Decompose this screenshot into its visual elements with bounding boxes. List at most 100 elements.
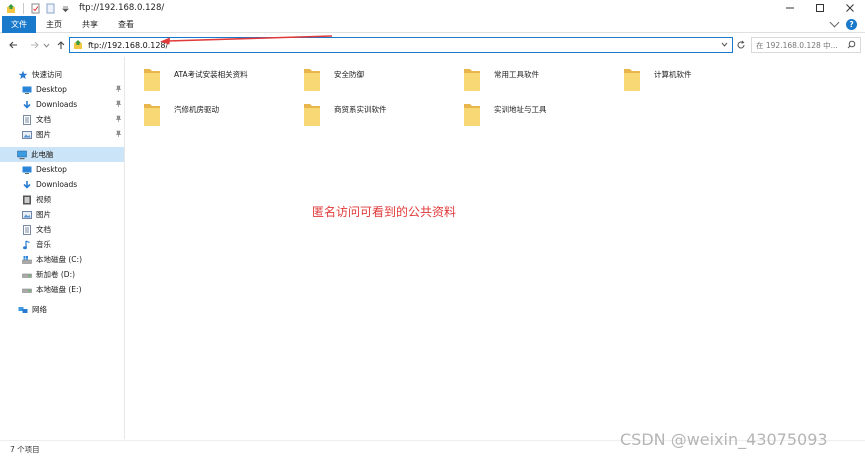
folder-icon (304, 104, 320, 126)
sidebar-item-label: 图片 (36, 130, 51, 139)
folder-item[interactable]: 实训地址与工具 (463, 97, 547, 133)
sidebar-item-pictures[interactable]: 图片 (0, 127, 124, 142)
window-title: ftp://192.168.0.128/ (79, 3, 165, 13)
recent-locations-button[interactable] (42, 36, 50, 54)
folder-item[interactable]: 安全防御 (303, 62, 364, 98)
sidebar-item-desktop[interactable]: Desktop (0, 82, 124, 97)
item-count: 7 个项目 (10, 445, 40, 454)
sidebar-item-pc-desktop[interactable]: Desktop (0, 162, 124, 177)
search-icon (847, 40, 856, 51)
pin-icon[interactable] (115, 100, 122, 109)
folder-icon (304, 69, 320, 91)
refresh-button[interactable] (734, 37, 748, 53)
folder-name: 安全防御 (334, 69, 364, 79)
file-list: ATA考试安装相关资料 安全防御 常用工具软件 计算机软件 汽修机房驱动 商贸系… (126, 57, 865, 439)
search-input[interactable]: 在 192.168.0.128 中... (756, 40, 838, 51)
new-folder-icon[interactable] (45, 3, 56, 14)
quick-access-toolbar (0, 2, 71, 14)
sidebar-item-label: 网络 (32, 305, 47, 314)
folder-item[interactable]: 计算机软件 (623, 62, 692, 98)
sidebar-item-documents[interactable]: 文档 (0, 112, 124, 127)
ftp-app-icon (6, 3, 17, 14)
help-icon[interactable]: ? (846, 19, 857, 30)
title-bar: ftp://192.168.0.128/ (0, 0, 865, 16)
sidebar-item-label: 文档 (36, 115, 51, 124)
folder-name: 计算机软件 (654, 69, 692, 79)
folder-name: 汽修机房驱动 (174, 104, 219, 114)
drive-icon (22, 270, 32, 280)
folder-name: 实训地址与工具 (494, 104, 547, 114)
video-icon (22, 195, 32, 205)
sidebar-item-label: Desktop (36, 85, 67, 94)
navigation-pane: 快速访问 Desktop Downloads 文档 图片 此电脑 Desktop… (0, 57, 125, 439)
folder-icon (144, 104, 160, 126)
properties-icon[interactable] (30, 3, 41, 14)
sidebar-item-downloads[interactable]: Downloads (0, 97, 124, 112)
pin-icon[interactable] (115, 130, 122, 139)
sidebar-item-music[interactable]: 音乐 (0, 237, 124, 252)
folder-item[interactable]: 商贸系实训软件 (303, 97, 387, 133)
sidebar-item-label: 文档 (36, 225, 51, 234)
sidebar-item-pc-documents[interactable]: 文档 (0, 222, 124, 237)
download-icon (22, 180, 32, 190)
sidebar-item-quick-access[interactable]: 快速访问 (0, 67, 124, 82)
network-icon (18, 305, 28, 315)
sidebar-item-label: 快速访问 (32, 70, 62, 79)
ribbon-tabs: 文件 主页 共享 查看 ? (0, 15, 865, 33)
tab-view[interactable]: 查看 (108, 16, 144, 33)
forward-button[interactable] (28, 36, 42, 54)
tab-file[interactable]: 文件 (2, 15, 36, 33)
maximize-button[interactable] (805, 0, 835, 16)
up-button[interactable] (54, 36, 68, 54)
address-dropdown-icon[interactable] (721, 41, 728, 50)
ribbon-controls: ? (829, 16, 857, 33)
desktop-icon (22, 85, 32, 95)
sidebar-item-this-pc[interactable]: 此电脑 (0, 147, 124, 162)
tab-share[interactable]: 共享 (72, 16, 108, 33)
star-icon (18, 70, 28, 80)
search-box[interactable]: 在 192.168.0.128 中... (751, 37, 861, 53)
download-icon (22, 100, 32, 110)
tab-home[interactable]: 主页 (36, 16, 72, 33)
minimize-button[interactable] (775, 0, 805, 16)
sidebar-item-videos[interactable]: 视频 (0, 192, 124, 207)
sidebar-item-label: 本地磁盘 (C:) (36, 255, 82, 264)
picture-icon (22, 130, 32, 140)
annotation-arrow (160, 35, 333, 45)
navigation-bar: ftp://192.168.0.128/ 在 192.168.0.128 中..… (0, 34, 865, 56)
collapse-ribbon-icon[interactable] (829, 17, 840, 28)
music-icon (22, 239, 32, 250)
picture-icon (22, 210, 32, 220)
sidebar-item-network[interactable]: 网络 (0, 302, 124, 317)
ftp-location-icon (73, 39, 84, 52)
sidebar-item-pc-downloads[interactable]: Downloads (0, 177, 124, 192)
back-button[interactable] (6, 36, 20, 54)
watermark: CSDN @weixin_43075093 (620, 430, 828, 449)
sidebar-item-label: 视频 (36, 195, 51, 204)
folder-icon (624, 69, 640, 91)
folder-item[interactable]: 常用工具软件 (463, 62, 539, 98)
sidebar-item-drive-e[interactable]: 本地磁盘 (E:) (0, 282, 124, 297)
folder-name: ATA考试安装相关资料 (174, 69, 248, 79)
folder-icon (464, 104, 480, 126)
folder-icon (144, 69, 160, 91)
folder-name: 商贸系实训软件 (334, 104, 387, 114)
pin-icon[interactable] (115, 115, 122, 124)
pin-icon[interactable] (115, 85, 122, 94)
annotation-text: 匿名访问可看到的公共资料 (312, 205, 457, 219)
sidebar-item-label: Downloads (36, 100, 78, 109)
sidebar-item-label: 音乐 (36, 240, 51, 249)
windows-drive-icon (22, 255, 32, 265)
sidebar-item-pc-pictures[interactable]: 图片 (0, 207, 124, 222)
folder-item[interactable]: 汽修机房驱动 (143, 97, 219, 133)
drive-icon (22, 285, 32, 295)
document-icon (22, 114, 32, 125)
customize-toolbar-icon[interactable] (60, 3, 71, 14)
sidebar-item-label: 图片 (36, 210, 51, 219)
sidebar-item-drive-c[interactable]: 本地磁盘 (C:) (0, 252, 124, 267)
sidebar-item-drive-d[interactable]: 新加卷 (D:) (0, 267, 124, 282)
sidebar-item-label: 此电脑 (31, 150, 54, 159)
toolbar-separator (23, 2, 24, 14)
close-button[interactable] (835, 0, 865, 16)
folder-item[interactable]: ATA考试安装相关资料 (143, 62, 248, 98)
